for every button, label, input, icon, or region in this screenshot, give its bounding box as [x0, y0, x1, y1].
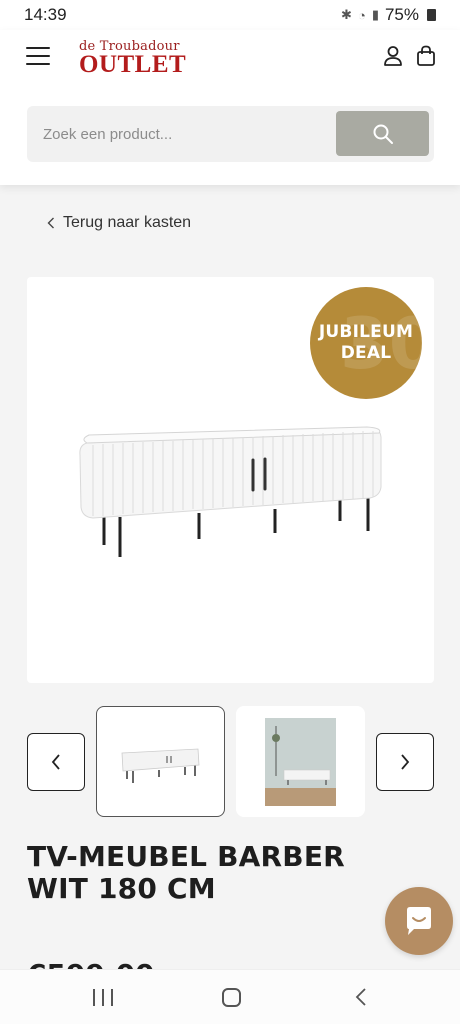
recent-apps-icon[interactable]	[93, 989, 113, 1006]
chat-button[interactable]	[385, 887, 453, 955]
wifi-icon: ◔	[357, 7, 366, 23]
back-link[interactable]: Terug naar kasten	[47, 214, 191, 232]
shopping-bag-icon[interactable]	[416, 45, 436, 67]
previous-image-button[interactable]	[27, 733, 85, 791]
back-link-label: Terug naar kasten	[63, 214, 192, 231]
status-bar: 14:39 ✱ ◔ ▮ 75%	[0, 0, 460, 30]
thumbnail-2[interactable]	[236, 706, 365, 817]
system-back-icon[interactable]	[354, 987, 368, 1007]
chevron-right-icon	[401, 754, 410, 770]
thumbnail-room-image	[265, 718, 336, 806]
next-image-button[interactable]	[376, 733, 434, 791]
product-title: TV-MEUBEL BARBER WIT 180 CM	[27, 840, 345, 905]
thumbnail-cabinet-image	[121, 748, 200, 783]
tv-cabinet-illustration	[79, 426, 382, 557]
search-bar	[27, 106, 434, 162]
logo-bottom-text: OUTLET	[79, 51, 187, 78]
chat-icon	[407, 907, 431, 935]
home-icon[interactable]	[222, 988, 241, 1007]
search-button[interactable]	[336, 111, 429, 156]
status-icons: ✱ ◔ ▮ 75%	[341, 5, 436, 25]
search-icon	[373, 124, 393, 144]
chevron-left-icon	[47, 217, 54, 229]
battery-percent: 75%	[384, 5, 419, 24]
logo[interactable]: de Troubadour OUTLET	[79, 39, 189, 78]
battery-icon	[427, 9, 436, 21]
system-navigation-bar	[0, 969, 460, 1024]
site-header: de Troubadour OUTLET	[0, 30, 460, 185]
signal-icon: ▮	[371, 7, 379, 22]
thumbnail-1[interactable]	[96, 706, 225, 817]
bluetooth-icon: ✱	[341, 7, 352, 22]
status-time: 14:39	[24, 5, 67, 24]
chevron-left-icon	[51, 754, 60, 770]
product-main-image[interactable]: 30 JUBILEUM DEAL	[27, 277, 434, 683]
user-icon[interactable]	[383, 45, 403, 67]
search-input[interactable]	[43, 106, 333, 162]
menu-icon[interactable]	[26, 47, 50, 65]
